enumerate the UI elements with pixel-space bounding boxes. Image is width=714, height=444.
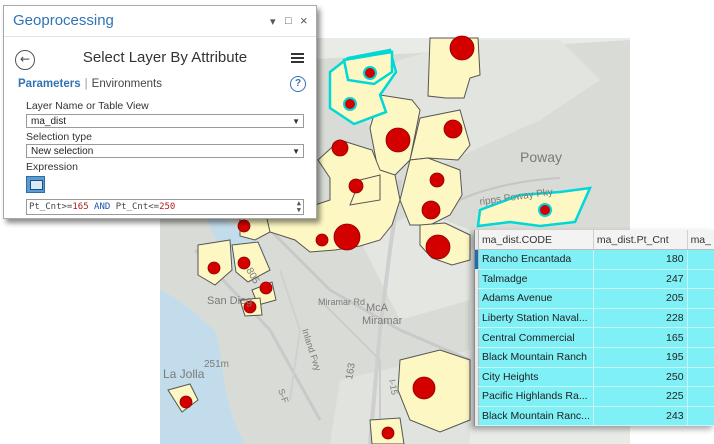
column-header-code[interactable]: ma_dist.CODE (478, 230, 594, 250)
map-label-mca: McA (366, 302, 389, 314)
chevron-down-icon: ▼ (292, 147, 300, 156)
expr-field: Pt_Cnt (115, 202, 149, 212)
expr-value: 250 (159, 202, 176, 212)
layer-label: Layer Name or Table View (26, 100, 149, 112)
column-header-ma[interactable]: ma_ (687, 230, 714, 250)
cell-empty (687, 249, 714, 270)
cell-pt-cnt: 228 (593, 308, 688, 329)
chevron-down-icon: ▼ (292, 117, 300, 126)
cell-code: Talmadge (478, 269, 594, 290)
cell-code: Black Mountain Ranc... (478, 406, 594, 426)
cell-empty (687, 347, 714, 368)
table-row[interactable]: Liberty Station Naval... 228 (475, 308, 714, 329)
help-icon[interactable]: ? (290, 76, 306, 92)
cell-empty (687, 269, 714, 290)
expr-keyword: AND (94, 202, 111, 212)
selection-type-value: New selection (31, 146, 94, 157)
pane-title: Geoprocessing (13, 12, 114, 29)
tab-parameters[interactable]: Parameters (18, 78, 81, 90)
cell-code: Pacific Highlands Ra... (478, 386, 594, 407)
cell-code: City Heights (478, 367, 594, 388)
cell-empty (687, 367, 714, 388)
back-arrow-icon[interactable]: ← (15, 50, 35, 70)
table-row[interactable]: Pacific Highlands Ra... 225 (475, 386, 714, 407)
cell-pt-cnt: 165 (593, 327, 688, 348)
expr-value: 165 (72, 202, 89, 212)
cell-code: Adams Avenue (478, 288, 594, 309)
map-label-la-jolla: La Jolla (163, 367, 205, 381)
cell-pt-cnt: 195 (593, 347, 688, 368)
cell-code: Liberty Station Naval... (478, 308, 594, 329)
cell-pt-cnt: 180 (593, 249, 688, 270)
pane-options-icon[interactable]: ▾ (270, 15, 276, 28)
cell-pt-cnt: 243 (593, 406, 688, 426)
pane-header: Geoprocessing ▾ □ × (4, 6, 316, 37)
selection-type-label: Selection type (26, 131, 92, 143)
layer-value: ma_dist (31, 116, 67, 127)
table-row[interactable]: Talmadge 247 (475, 269, 714, 290)
cell-pt-cnt: 225 (593, 386, 688, 407)
cell-empty (687, 288, 714, 309)
expression-label: Expression (26, 161, 78, 173)
expr-operator: <= (148, 202, 160, 212)
cell-empty (687, 327, 714, 348)
table-header-row: ma_dist.CODE ma_dist.Pt_Cnt ma_ (475, 230, 714, 250)
tool-tabs: Parameters | Environments (18, 78, 162, 90)
table-row[interactable]: Black Mountain Ranc... 243 (475, 406, 714, 426)
cell-code: Central Commercial (478, 327, 594, 348)
map-label-poway: Poway (520, 149, 562, 165)
geoprocessing-pane: Geoprocessing ▾ □ × ← Select Layer By At… (3, 5, 317, 219)
cell-code: Black Mountain Ranch (478, 347, 594, 368)
column-header-pt-cnt[interactable]: ma_dist.Pt_Cnt (593, 230, 688, 250)
close-icon[interactable]: × (300, 13, 308, 28)
table-row[interactable]: Adams Avenue 205 (475, 288, 714, 309)
maximize-icon[interactable]: □ (285, 15, 292, 27)
map-label-san-diego: San Dieg (207, 295, 252, 307)
attribute-table: ma_dist.CODE ma_dist.Pt_Cnt ma_ Rancho E… (474, 230, 714, 426)
table-row[interactable]: City Heights 250 (475, 367, 714, 388)
expr-operator: >= (61, 202, 73, 212)
expr-field: Pt_Cnt (29, 202, 62, 212)
hamburger-menu-icon[interactable] (291, 51, 304, 65)
tool-title: Select Layer By Attribute (82, 49, 248, 66)
cell-code: Rancho Encantada (478, 249, 594, 270)
map-label-miramar: Miramar (362, 315, 403, 327)
cell-empty (687, 406, 714, 426)
selection-type-dropdown[interactable]: New selection ▼ (26, 144, 304, 158)
sql-toggle-button[interactable] (26, 176, 45, 193)
map-label-miramar-rd: Miramar Rd (318, 297, 365, 307)
tab-environments[interactable]: Environments (92, 78, 162, 90)
expression-sql-input[interactable]: Pt_Cnt>=165 AND Pt_Cnt<=250 ▲ ▼ (26, 199, 304, 215)
cell-empty (687, 308, 714, 329)
cell-empty (687, 386, 714, 407)
table-row[interactable]: Rancho Encantada 180 (475, 249, 714, 270)
cell-pt-cnt: 250 (593, 367, 688, 388)
table-row[interactable]: Black Mountain Ranch 195 (475, 347, 714, 368)
layer-dropdown[interactable]: ma_dist ▼ (26, 114, 304, 128)
map-label-251m: 251m (204, 359, 229, 370)
scroll-arrows-icon[interactable]: ▲ ▼ (297, 200, 301, 214)
cell-pt-cnt: 205 (593, 288, 688, 309)
table-row[interactable]: Central Commercial 165 (475, 327, 714, 348)
cell-pt-cnt: 247 (593, 269, 688, 290)
